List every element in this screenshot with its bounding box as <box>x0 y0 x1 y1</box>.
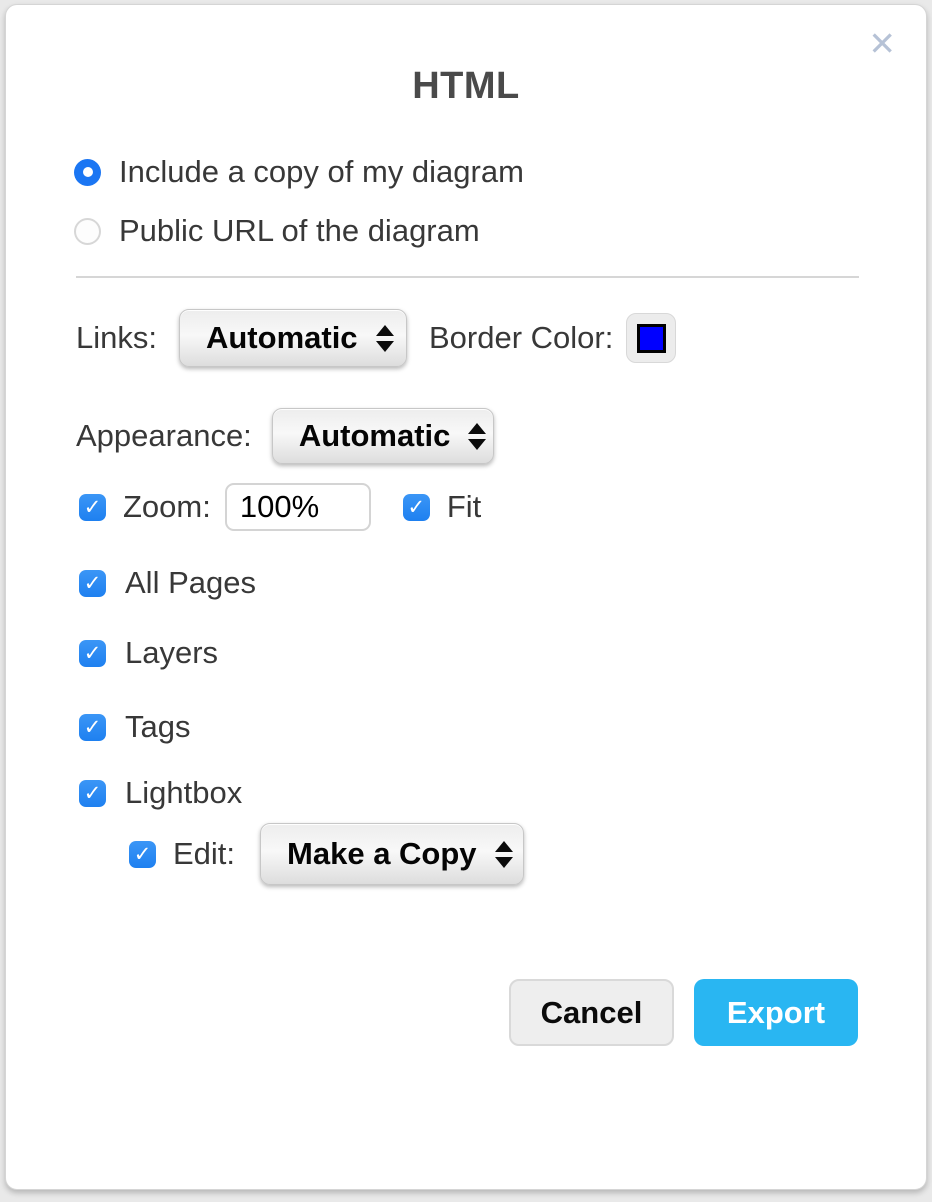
layers-checkbox[interactable] <box>79 640 106 667</box>
border-color-swatch <box>637 324 666 353</box>
zoom-input[interactable] <box>225 483 371 531</box>
close-icon[interactable]: ✕ <box>868 27 896 60</box>
export-html-dialog: ✕ HTML Include a copy of my diagram Publ… <box>5 4 927 1190</box>
footer-buttons: Cancel Export <box>509 979 858 1046</box>
fit-label[interactable]: Fit <box>447 489 481 525</box>
divider <box>76 276 859 278</box>
radio-include-copy-label[interactable]: Include a copy of my diagram <box>119 154 524 190</box>
layers-row: Layers <box>79 635 218 671</box>
radio-row-include-copy: Include a copy of my diagram <box>74 154 524 190</box>
tags-label[interactable]: Tags <box>125 709 190 745</box>
select-arrows-icon <box>468 423 486 450</box>
edit-row: Edit: Make a Copy <box>129 821 524 887</box>
border-color-swatch-button[interactable] <box>626 313 676 363</box>
all-pages-label[interactable]: All Pages <box>125 565 256 601</box>
zoom-label[interactable]: Zoom: <box>123 489 211 525</box>
links-label: Links: <box>76 320 157 356</box>
edit-select[interactable]: Make a Copy <box>260 823 524 885</box>
appearance-label: Appearance: <box>76 418 252 454</box>
zoom-checkbox[interactable] <box>79 494 106 521</box>
links-row: Links: Automatic Border Color: <box>76 305 676 371</box>
all-pages-checkbox[interactable] <box>79 570 106 597</box>
export-button[interactable]: Export <box>694 979 858 1046</box>
links-select-value: Automatic <box>206 320 358 356</box>
radio-include-copy[interactable] <box>74 159 101 186</box>
radio-row-public-url: Public URL of the diagram <box>74 213 480 249</box>
lightbox-checkbox[interactable] <box>79 780 106 807</box>
edit-checkbox[interactable] <box>129 841 156 868</box>
layers-label[interactable]: Layers <box>125 635 218 671</box>
all-pages-row: All Pages <box>79 565 256 601</box>
tags-row: Tags <box>79 709 190 745</box>
appearance-row: Appearance: Automatic <box>76 405 494 467</box>
radio-public-url-label[interactable]: Public URL of the diagram <box>119 213 480 249</box>
select-arrows-icon <box>376 325 394 352</box>
edit-label[interactable]: Edit: <box>173 836 235 872</box>
cancel-button[interactable]: Cancel <box>509 979 674 1046</box>
border-color-label: Border Color: <box>429 320 613 356</box>
zoom-row: Zoom: Fit <box>79 481 481 533</box>
appearance-select[interactable]: Automatic <box>272 408 494 464</box>
fit-checkbox[interactable] <box>403 494 430 521</box>
radio-public-url[interactable] <box>74 218 101 245</box>
lightbox-label[interactable]: Lightbox <box>125 775 242 811</box>
edit-select-value: Make a Copy <box>287 836 477 872</box>
lightbox-row: Lightbox <box>79 775 242 811</box>
appearance-select-value: Automatic <box>299 418 451 454</box>
tags-checkbox[interactable] <box>79 714 106 741</box>
select-arrows-icon <box>495 841 513 868</box>
links-select[interactable]: Automatic <box>179 309 407 367</box>
dialog-title: HTML <box>6 65 926 108</box>
